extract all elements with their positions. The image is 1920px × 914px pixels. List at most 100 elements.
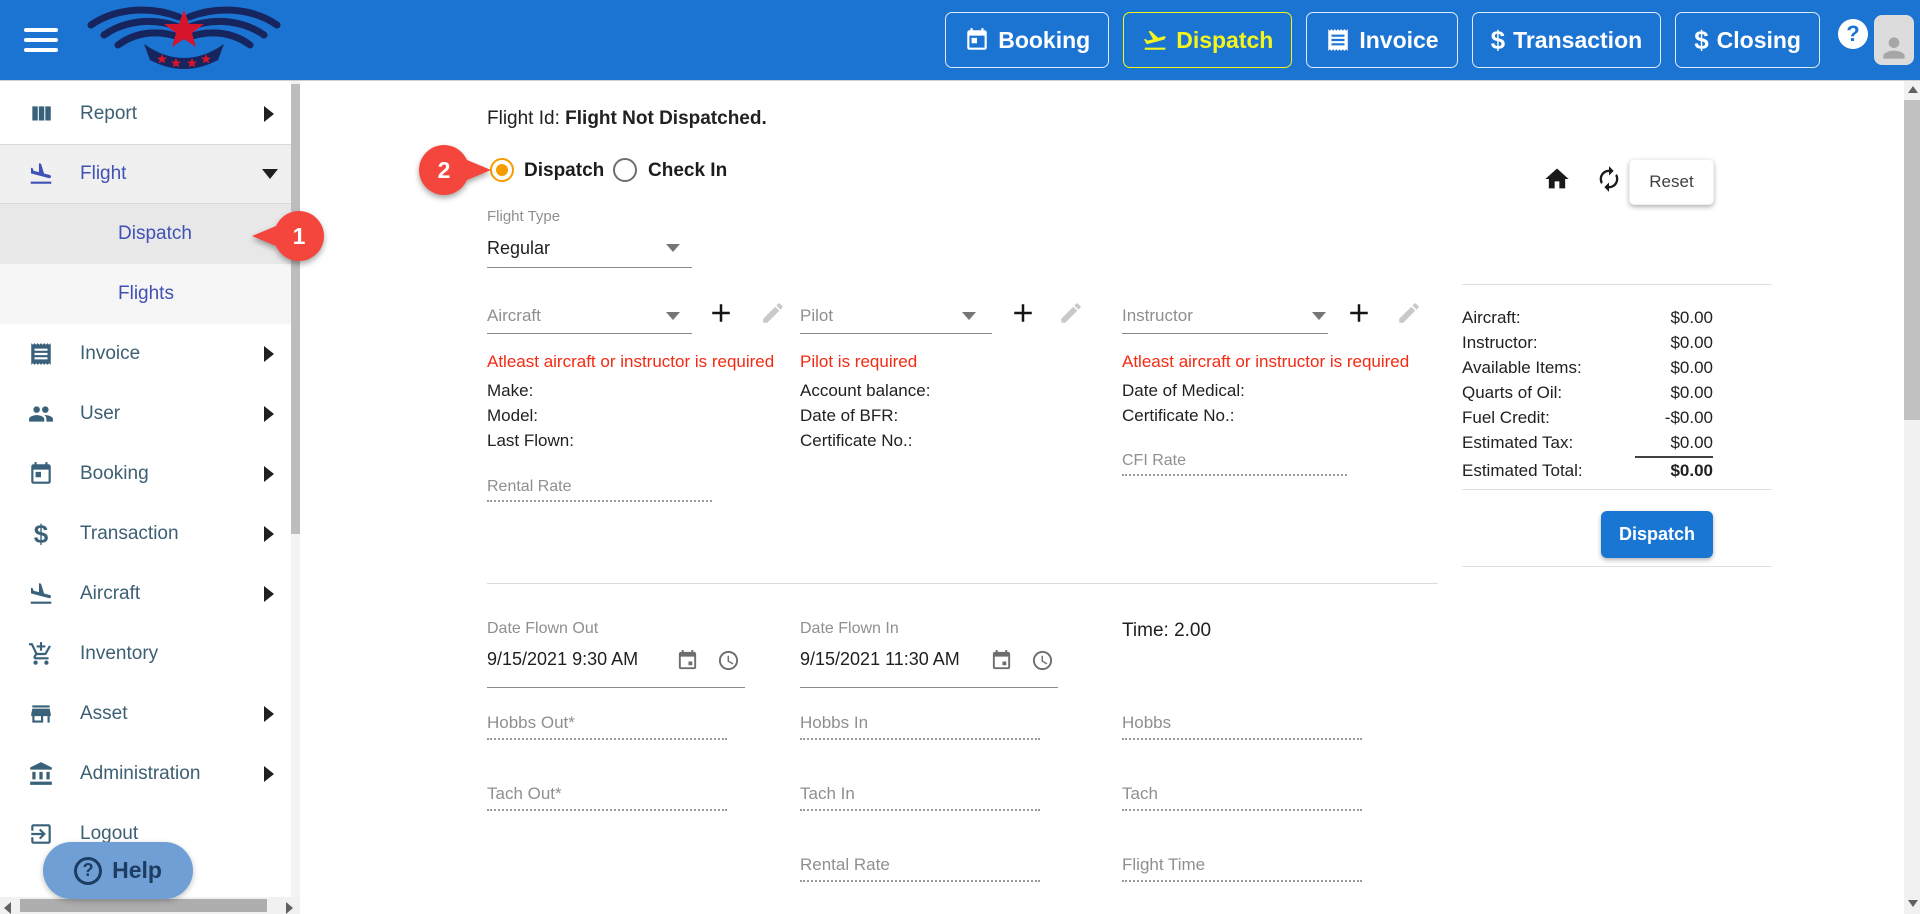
hobbs-input[interactable] [1122,738,1362,740]
sidebar-horizontal-scrollbar-thumb[interactable] [20,899,267,912]
sidebar-item-user[interactable]: User [0,384,300,444]
sidebar-item-inventory[interactable]: Inventory [0,624,300,684]
edit-pilot-button[interactable] [1058,300,1084,326]
dropdown-caret-icon[interactable] [962,312,976,320]
dispatch-radio[interactable] [490,158,514,182]
chevron-right-icon [264,106,274,122]
scroll-left-arrow-icon[interactable] [4,902,11,914]
aircraft-error-text: Atleast aircraft or instructor is requir… [487,352,774,372]
checkin-radio-label: Check In [648,160,727,182]
time-picker-button[interactable] [717,649,740,672]
tach-input[interactable] [1122,809,1362,811]
nav-invoice-button[interactable]: Invoice [1306,12,1457,68]
add-aircraft-button[interactable] [706,298,736,328]
flight-time-input[interactable] [1122,880,1362,882]
sidebar-item-aircraft[interactable]: Aircraft [0,564,300,624]
tach-out-input[interactable] [487,809,727,811]
sidebar-vertical-scrollbar-thumb[interactable] [291,84,300,534]
sidebar-item-label: Asset [80,703,128,725]
sidebar-item-booking[interactable]: Booking [0,444,300,504]
nav-booking-button[interactable]: Booking [945,12,1109,68]
dropdown-caret-icon[interactable] [1312,312,1326,320]
time-picker-button[interactable] [1031,649,1054,672]
reset-button[interactable]: Reset [1629,159,1714,205]
nav-dispatch-button[interactable]: Dispatch [1123,12,1292,68]
rental-rate-input[interactable] [487,500,712,502]
header-help-icon[interactable]: ? [1838,19,1868,49]
flight-type-select[interactable]: Regular [487,238,550,259]
calendar-icon [990,649,1013,672]
home-icon [1543,165,1571,193]
add-pilot-button[interactable] [1008,298,1038,328]
scroll-right-arrow-icon[interactable] [286,902,293,914]
hamburger-menu-icon[interactable] [24,28,58,54]
pilot-select-placeholder[interactable]: Pilot [800,306,833,326]
date-picker-button[interactable] [676,649,699,672]
add-instructor-button[interactable] [1344,298,1374,328]
pilot-certificate-no-label: Certificate No.: [800,428,912,453]
sidebar-item-report[interactable]: Report [0,84,300,144]
instructor-select-placeholder[interactable]: Instructor [1122,306,1193,326]
aircraft-last-flown-label: Last Flown: [487,428,574,453]
help-widget-button[interactable]: ? Help [43,842,193,899]
chevron-right-icon [264,766,274,782]
edit-instructor-button[interactable] [1396,300,1422,326]
chevron-right-icon [264,586,274,602]
annotation-pin-1: 1 [250,209,328,263]
date-picker-button[interactable] [990,649,1013,672]
scroll-down-arrow-icon[interactable] [1908,900,1918,907]
sidebar-item-transaction[interactable]: $ Transaction [0,504,300,564]
instructor-certificate-no-label: Certificate No.: [1122,403,1234,428]
summary-fuel-credit-value: -$0.00 [1540,408,1713,428]
refresh-button[interactable] [1595,165,1623,193]
sidebar-item-asset[interactable]: Asset [0,684,300,744]
instructor-date-of-medical-label: Date of Medical: [1122,378,1245,403]
sidebar-item-administration[interactable]: Administration [0,744,300,804]
summary-instructor-value: $0.00 [1540,333,1713,353]
user-avatar[interactable] [1874,15,1914,65]
scroll-up-arrow-icon[interactable] [1908,86,1918,93]
sidebar-item-label: Aircraft [80,583,140,605]
nav-closing-button[interactable]: $ Closing [1675,12,1820,68]
pencil-icon [1058,300,1084,326]
sidebar-item-flight[interactable]: Flight [0,144,300,204]
summary-instructor-label: Instructor: [1462,333,1538,353]
annotation-pin-2-number: 2 [438,157,451,183]
date-flown-in-input[interactable]: 9/15/2021 11:30 AM [800,649,960,670]
edit-aircraft-button[interactable] [760,300,786,326]
sidebar: Report Flight Dispatch Flights Invoice U… [0,81,300,914]
sidebar-item-flights[interactable]: Flights [0,264,300,324]
sidebar-item-label: Administration [80,763,200,785]
aircraft-select-placeholder[interactable]: Aircraft [487,306,541,326]
hobbs-out-input[interactable] [487,738,727,740]
hobbs-in-label: Hobbs In [800,713,868,733]
home-button[interactable] [1543,165,1571,193]
sidebar-item-label: Report [80,103,137,125]
page-vertical-scrollbar-thumb[interactable] [1904,100,1920,420]
dollar-icon: $ [28,519,54,550]
cfi-rate-input[interactable] [1122,474,1347,476]
instructor-error-text: Atleast aircraft or instructor is requir… [1122,352,1409,372]
sidebar-item-label: Inventory [80,643,158,665]
instructor-underline [1122,333,1328,334]
checkin-radio[interactable] [613,158,637,182]
hobbs-in-input[interactable] [800,738,1040,740]
sidebar-subitem-label: Flights [118,283,174,305]
chevron-right-icon [264,706,274,722]
sidebar-item-invoice[interactable]: Invoice [0,324,300,384]
dropdown-caret-icon[interactable] [666,244,680,252]
plus-icon [1344,298,1374,328]
nav-transaction-button[interactable]: $ Transaction [1472,12,1662,68]
top-nav: Booking Dispatch Invoice $ Transaction $… [945,12,1820,68]
dispatch-submit-button[interactable]: Dispatch [1601,511,1713,558]
flight-type-label: Flight Type [487,208,560,225]
pilot-account-balance-label: Account balance: [800,378,930,403]
calendar-icon [28,461,54,487]
flight-id-line: Flight Id: Flight Not Dispatched. [487,108,767,130]
rental-rate-bottom-label: Rental Rate [800,855,890,875]
sidebar-item-label: Invoice [80,343,140,365]
rental-rate-bottom-input[interactable] [800,880,1040,882]
dropdown-caret-icon[interactable] [666,312,680,320]
tach-in-input[interactable] [800,809,1040,811]
date-flown-out-input[interactable]: 9/15/2021 9:30 AM [487,649,638,670]
